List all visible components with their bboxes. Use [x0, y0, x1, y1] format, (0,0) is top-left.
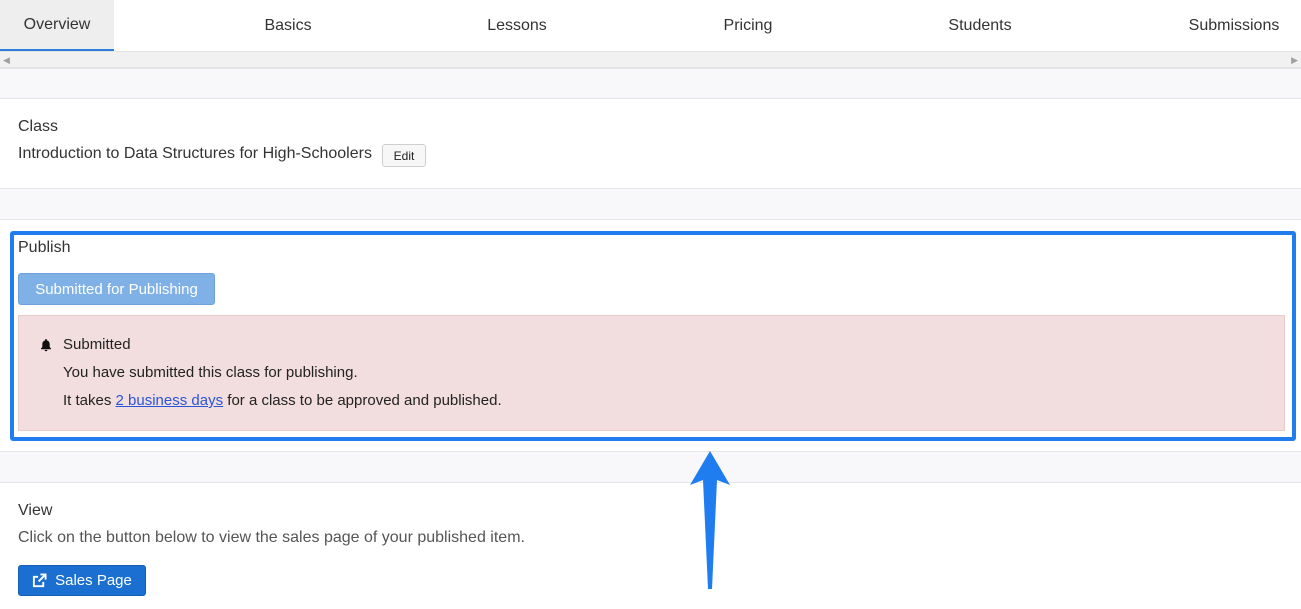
edit-button[interactable]: Edit: [382, 144, 426, 167]
tab-bar: Overview Basics Lessons Pricing Students…: [0, 0, 1301, 51]
horizontal-scrollbar[interactable]: ◀ ▶: [0, 51, 1301, 68]
tab-lessons[interactable]: Lessons: [462, 0, 572, 51]
class-section-label: Class: [18, 118, 59, 135]
tab-basics[interactable]: Basics: [232, 0, 344, 51]
tab-overview[interactable]: Overview: [0, 0, 114, 51]
scroll-left-icon[interactable]: ◀: [3, 54, 10, 66]
view-description: Click on the button below to view the sa…: [18, 529, 525, 546]
tab-label: Students: [948, 16, 1012, 34]
tab-students[interactable]: Students: [922, 0, 1038, 51]
section-divider: [0, 68, 1301, 99]
highlight-frame: [10, 231, 1296, 441]
class-name: Introduction to Data Structures for High…: [18, 145, 372, 162]
tab-label: Submissions: [1188, 16, 1280, 34]
section-divider: [0, 451, 1301, 483]
annotation-arrow-icon: [690, 451, 730, 589]
sales-page-label: Sales Page: [55, 572, 132, 589]
section-divider: [0, 188, 1301, 220]
tab-pricing[interactable]: Pricing: [692, 0, 804, 51]
view-section-label: View: [18, 502, 53, 519]
scroll-right-icon[interactable]: ▶: [1291, 54, 1298, 66]
tab-label: Basics: [264, 16, 312, 34]
tab-label: Lessons: [487, 16, 547, 34]
tab-submissions[interactable]: Submissions: [1168, 0, 1300, 51]
tab-label: Overview: [23, 15, 91, 33]
external-link-icon: [33, 573, 47, 588]
sales-page-button[interactable]: Sales Page: [18, 565, 146, 596]
tab-label: Pricing: [723, 16, 773, 34]
